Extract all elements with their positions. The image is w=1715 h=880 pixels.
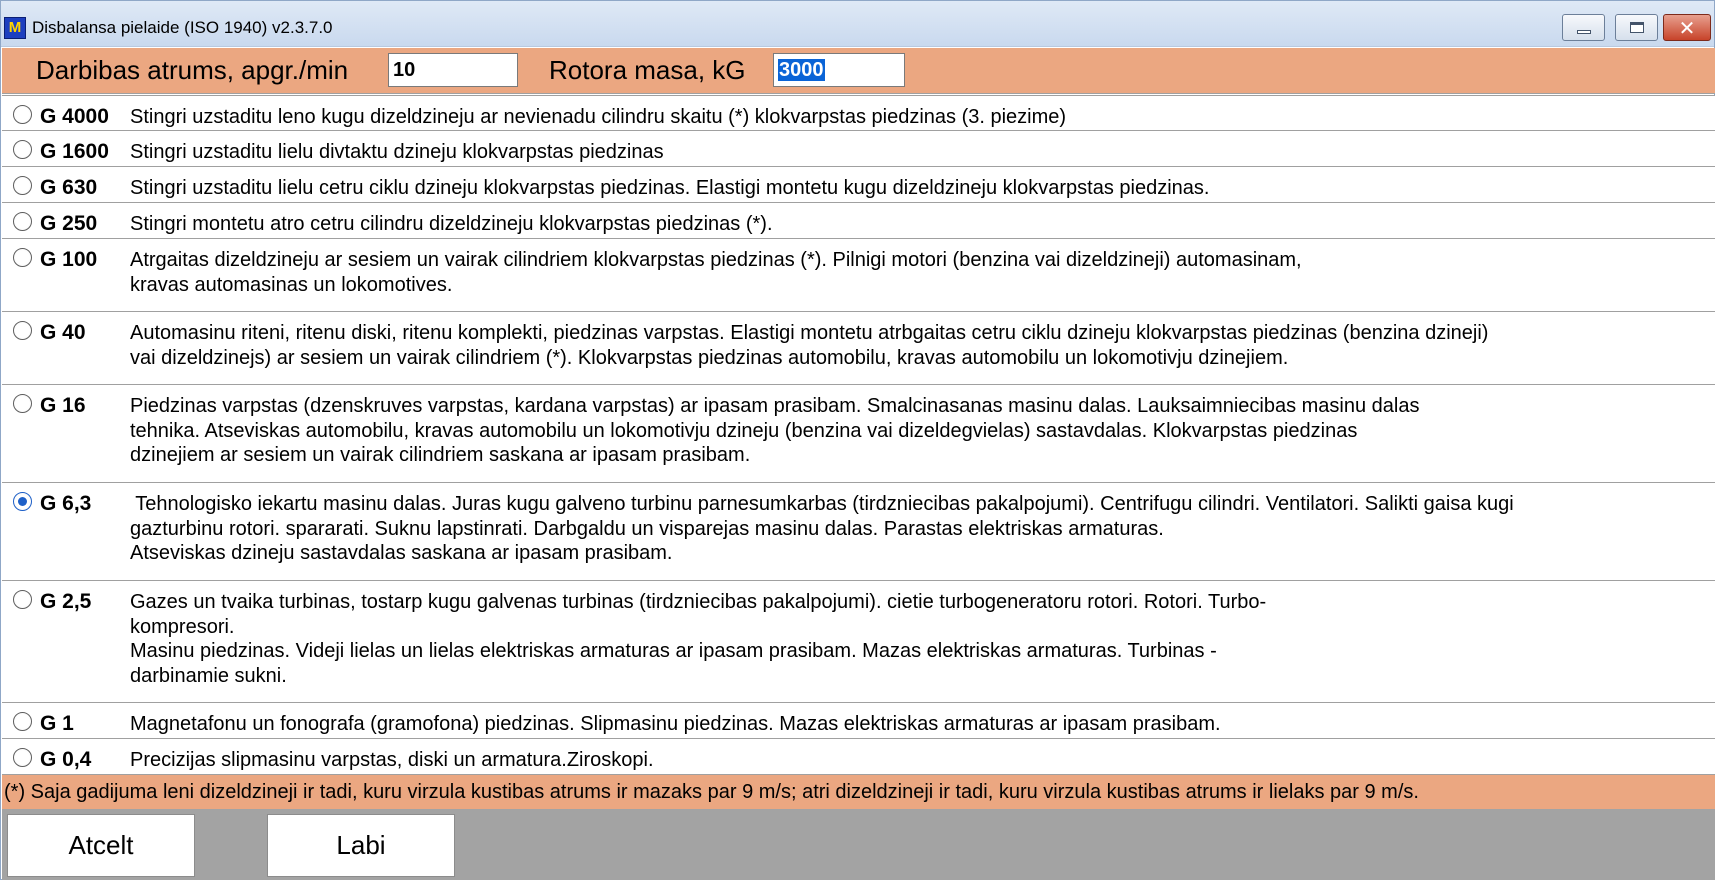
window-title: Disbalansa pielaide (ISO 1940) v2.3.7.0: [32, 18, 333, 37]
description-line: dzinejiem ar sesiem un vairak cilindriem…: [130, 444, 751, 466]
grade-label: G 40: [40, 321, 86, 344]
mass-input[interactable]: 3000: [773, 53, 905, 87]
grade-label: G 2,5: [40, 590, 92, 613]
description-line: kravas automasinas un lokomotives.: [130, 273, 453, 296]
cancel-button[interactable]: Atcelt: [7, 814, 195, 877]
description-line: Stingri uzstaditu lielu divtaktu dzineju…: [130, 141, 664, 163]
parameter-bar: Darbibas atrums, apgr./min 10 Rotora mas…: [2, 48, 1715, 94]
grade-label: G 1600: [40, 140, 109, 163]
grade-description: Stingri uzstaditu lielu divtaktu dzineju…: [130, 140, 664, 165]
speed-input[interactable]: 10: [388, 53, 518, 87]
grade-description: Magnetafonu un fonografa (gramofona) pie…: [130, 712, 1221, 737]
grade-radio[interactable]: [13, 712, 32, 731]
description-line: Magnetafonu un fonografa (gramofona) pie…: [130, 713, 1221, 735]
grade-radio[interactable]: [13, 176, 32, 195]
description-line: Stingri montetu atro cetru cilindru dize…: [130, 213, 773, 235]
speed-label: Darbibas atrums, apgr./min: [36, 55, 349, 85]
grade-radio[interactable]: [13, 105, 32, 124]
grade-label: G 1: [40, 712, 74, 735]
speed-value: 10: [393, 59, 416, 81]
app-window: M Disbalansa pielaide (ISO 1940) v2.3.7.…: [0, 0, 1715, 880]
description-line: Atseviskas dzineju sastavdalas saskana a…: [130, 542, 673, 564]
description-line: Gazes un tvaika turbinas, tostarp kugu g…: [130, 591, 1267, 613]
grade-description: Tehnologisko iekartu masinu dalas. Juras…: [130, 492, 1514, 566]
grade-row[interactable]: G 1600 Stingri uzstaditu lielu divtaktu d…: [2, 131, 1715, 167]
description-line: Precizijas slipmasinu varpstas, diski un…: [130, 749, 654, 771]
grade-row[interactable]: G 250 Stingri montetu atro cetru cilindru…: [2, 203, 1715, 239]
grade-radio[interactable]: [13, 748, 32, 767]
grade-radio[interactable]: [13, 140, 32, 159]
grade-description: Stingri montetu atro cetru cilindru dize…: [130, 212, 773, 237]
description-line: Atrgaitas dizeldzineju ar sesiem un vair…: [130, 249, 1302, 271]
minimize-icon: [1576, 29, 1591, 34]
title-bar[interactable]: M Disbalansa pielaide (ISO 1940) v2.3.7.…: [1, 1, 1714, 47]
description-line: Automasinu riteni, ritenu diski, ritenu …: [130, 322, 1489, 344]
description-line: Masinu piedzinas. Videji lielas un liela…: [130, 640, 1217, 662]
grade-row[interactable]: G 6,3 Tehnologisko iekartu masinu dalas.…: [2, 483, 1715, 581]
grade-label: G 250: [40, 212, 98, 235]
grade-description: Piedzinas varpstas (dzenskruves varpstas…: [130, 394, 1420, 468]
description-line: vai dizeldzinejs) ar sesiem un vairak ci…: [130, 346, 1289, 369]
description-line: Tehnologisko iekartu masinu dalas. Juras…: [130, 493, 1514, 515]
grade-label: G 4000: [40, 105, 109, 128]
grade-radio[interactable]: [13, 590, 32, 609]
grade-row[interactable]: G 100 Atrgaitas dizeldzineju ar sesiem un…: [2, 239, 1715, 312]
grade-label: G 630: [40, 176, 98, 199]
grade-radio[interactable]: [13, 321, 32, 340]
grade-row[interactable]: G 4000 Stingri uzstaditu leno kugu dizeld…: [2, 95, 1715, 131]
grade-radio[interactable]: [13, 394, 32, 413]
grade-row[interactable]: G 630 Stingri uzstaditu lielu cetru ciklu…: [2, 167, 1715, 203]
grade-row[interactable]: G 2,5 Gazes un tvaika turbinas, tostarp k…: [2, 581, 1715, 703]
mass-label: Rotora masa, kG: [549, 55, 746, 85]
description-line: Piedzinas varpstas (dzenskruves varpstas…: [130, 395, 1420, 417]
grade-radio[interactable]: [13, 492, 32, 511]
grade-row[interactable]: G 16 Piedzinas varpstas (dzenskruves varp…: [2, 385, 1715, 483]
grade-label: G 6,3: [40, 492, 92, 515]
ok-button[interactable]: Labi: [267, 814, 455, 877]
grade-description: Gazes un tvaika turbinas, tostarp kugu g…: [130, 590, 1266, 688]
footnote: (*) Saja gadijuma leni dizeldzineji ir t…: [2, 775, 1715, 809]
maximize-icon: [1629, 22, 1644, 33]
minimize-button[interactable]: [1562, 14, 1605, 41]
description-line: tehnika. Atseviskas automobilu, kravas a…: [130, 419, 1358, 442]
description-line: darbinamie sukni.: [130, 664, 287, 687]
button-bar: Atcelt Labi: [2, 809, 1715, 880]
description-line: gazturbinu rotori. spararati. Suknu laps…: [130, 517, 1164, 540]
grade-radio[interactable]: [13, 212, 32, 231]
grade-label: G 16: [40, 394, 86, 417]
grade-row[interactable]: G 0,4 Precizijas slipmasinu varpstas, dis…: [2, 739, 1715, 775]
grade-label: G 100: [40, 248, 98, 271]
grade-row[interactable]: G 1 Magnetafonu un fonografa (gramofona) …: [2, 703, 1715, 739]
grade-description: Stingri uzstaditu leno kugu dizeldzineju…: [130, 105, 1066, 130]
description-line: Stingri uzstaditu leno kugu dizeldzineju…: [130, 106, 1067, 128]
app-logo-icon[interactable]: M: [4, 17, 26, 39]
description-line: kompresori.: [130, 615, 235, 638]
description-line: Stingri uzstaditu lielu cetru ciklu dzin…: [130, 177, 1210, 199]
maximize-button[interactable]: [1615, 14, 1658, 41]
grade-description: Atrgaitas dizeldzineju ar sesiem un vair…: [130, 248, 1302, 297]
close-button[interactable]: ✕: [1663, 14, 1711, 41]
mass-value: 3000: [778, 59, 825, 81]
grade-label: G 0,4: [40, 748, 92, 771]
grade-description: Stingri uzstaditu lielu cetru ciklu dzin…: [130, 176, 1209, 201]
grade-description: Automasinu riteni, ritenu diski, ritenu …: [130, 321, 1488, 370]
grade-radio[interactable]: [13, 248, 32, 267]
close-icon: ✕: [1678, 15, 1696, 40]
grade-description: Precizijas slipmasinu varpstas, diski un…: [130, 748, 654, 773]
grade-row[interactable]: G 40 Automasinu riteni, ritenu diski, rit…: [2, 312, 1715, 385]
